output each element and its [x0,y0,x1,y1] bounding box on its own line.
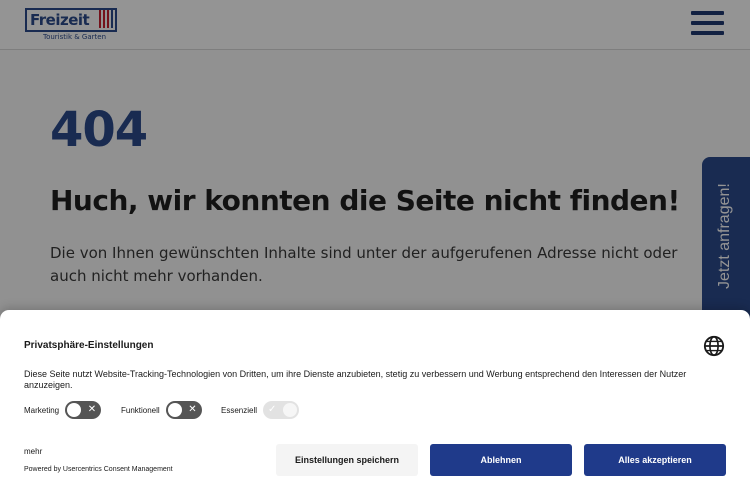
toggle-essential: ✓ [263,401,300,419]
globe-icon[interactable] [703,335,725,357]
more-link[interactable]: mehr [24,447,42,456]
toggle-functional-row: Funktionell ✕ [121,401,202,419]
check-icon: ✓ [268,404,277,415]
toggle-marketing[interactable]: ✕ [65,401,102,419]
toggle-functional[interactable]: ✕ [165,401,202,419]
toggle-essential-label: Essenziell [221,405,258,415]
close-icon: ✕ [188,404,197,415]
close-icon: ✕ [87,404,97,415]
toggle-marketing-row: Marketing ✕ [24,401,102,419]
toggle-marketing-label: Marketing [24,405,60,415]
consent-dialog: Privatsphäre-Einstellungen Diese Seite n… [0,310,750,500]
consent-description: Diese Seite nutzt Website-Tracking-Techn… [24,369,687,390]
consent-title: Privatsphäre-Einstellungen [24,340,154,351]
toggle-knob [283,403,298,417]
powered-by-text: Powered by Usercentrics Consent Manageme… [24,466,173,473]
deny-button[interactable]: Ablehnen [430,444,572,476]
toggle-essential-row: Essenziell ✓ [221,401,300,419]
toggle-functional-label: Funktionell [121,405,160,415]
save-settings-button[interactable]: Einstellungen speichern [276,444,418,476]
toggle-knob [167,403,182,417]
toggle-knob [67,403,82,417]
accept-all-button[interactable]: Alles akzeptieren [584,444,726,476]
